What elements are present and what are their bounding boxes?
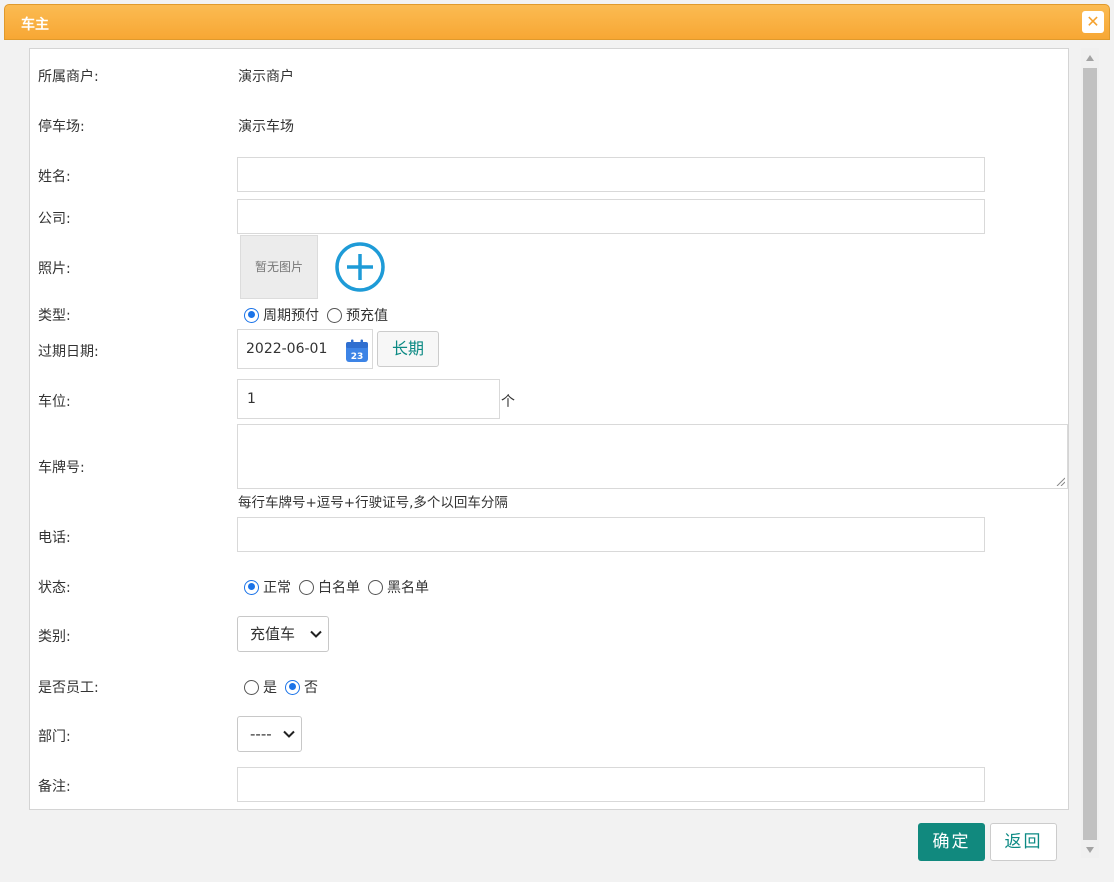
category-select-value: 充值车: [250, 625, 296, 643]
merchant-value: 演示商户: [238, 69, 294, 85]
scroll-down-icon[interactable]: [1085, 846, 1095, 854]
company-label: 公司:: [38, 211, 71, 227]
type-option-recharge: 预充值: [346, 308, 388, 324]
name-label: 姓名:: [38, 169, 71, 185]
type-option-prepaid: 周期预付: [263, 308, 319, 324]
scrollbar[interactable]: [1081, 48, 1099, 858]
type-label: 类型:: [38, 308, 71, 324]
status-option-whitelist: 白名单: [318, 580, 360, 596]
phone-input[interactable]: [237, 517, 985, 552]
company-input[interactable]: [237, 199, 985, 234]
photo-placeholder: 暂无图片: [240, 235, 318, 299]
spaces-label: 车位:: [38, 394, 71, 410]
type-radio-group: 周期预付 预充值: [244, 305, 396, 325]
merchant-label: 所属商户:: [38, 69, 99, 85]
plates-textarea[interactable]: [237, 424, 1068, 489]
status-radio-blacklist[interactable]: [368, 579, 383, 595]
photo-label: 照片:: [38, 261, 71, 277]
remark-input[interactable]: [237, 767, 985, 802]
employee-radio-no[interactable]: [285, 679, 300, 695]
spaces-input[interactable]: 1: [237, 379, 500, 419]
type-radio-recharge[interactable]: [327, 307, 342, 323]
status-label: 状态:: [38, 580, 71, 596]
plates-label: 车牌号:: [38, 460, 85, 476]
add-photo-icon[interactable]: [334, 241, 386, 293]
long-term-button[interactable]: 长期: [377, 331, 439, 367]
status-radio-group: 正常 白名单 黑名单: [244, 577, 437, 597]
remark-label: 备注:: [38, 779, 71, 795]
employee-radio-group: 是 否: [244, 677, 326, 697]
expiry-date-input[interactable]: 2022-06-01 23: [237, 329, 373, 369]
employee-option-yes: 是: [263, 680, 277, 696]
expiry-date-value: 2022-06-01: [246, 341, 328, 357]
resize-grip-icon[interactable]: [1055, 476, 1065, 486]
close-icon[interactable]: ✕: [1082, 11, 1104, 33]
dialog-title: 车主: [21, 17, 49, 33]
name-input[interactable]: [237, 157, 985, 192]
dialog-titlebar: 车主 ✕: [4, 4, 1110, 40]
status-radio-normal[interactable]: [244, 579, 259, 595]
employee-label: 是否员工:: [38, 680, 99, 696]
plates-hint: 每行车牌号+逗号+行驶证号,多个以回车分隔: [238, 495, 508, 511]
status-option-normal: 正常: [263, 580, 291, 596]
svg-text:23: 23: [351, 352, 364, 362]
parking-value: 演示车场: [238, 119, 294, 135]
phone-label: 电话:: [38, 530, 71, 546]
employee-option-no: 否: [304, 680, 318, 696]
department-select-value: ----: [250, 725, 272, 743]
employee-radio-yes[interactable]: [244, 679, 259, 695]
chevron-down-icon: [283, 730, 295, 738]
parking-label: 停车场:: [38, 119, 85, 135]
department-select[interactable]: ----: [237, 716, 302, 752]
scroll-thumb[interactable]: [1083, 68, 1097, 840]
spaces-unit: 个: [501, 394, 515, 410]
back-button[interactable]: 返回: [990, 823, 1057, 861]
type-radio-prepaid[interactable]: [244, 307, 259, 323]
form-panel: 所属商户: 演示商户 停车场: 演示车场 姓名: 公司: 照片: 暂无图片 类型…: [29, 48, 1069, 810]
chevron-down-icon: [310, 630, 322, 638]
scroll-up-icon[interactable]: [1085, 54, 1095, 62]
category-label: 类别:: [38, 629, 71, 645]
status-radio-whitelist[interactable]: [299, 579, 314, 595]
department-label: 部门:: [38, 729, 71, 745]
confirm-button[interactable]: 确定: [918, 823, 985, 861]
status-option-blacklist: 黑名单: [387, 580, 429, 596]
calendar-icon[interactable]: 23: [345, 339, 369, 363]
expiry-label: 过期日期:: [38, 344, 99, 360]
category-select[interactable]: 充值车: [237, 616, 329, 652]
